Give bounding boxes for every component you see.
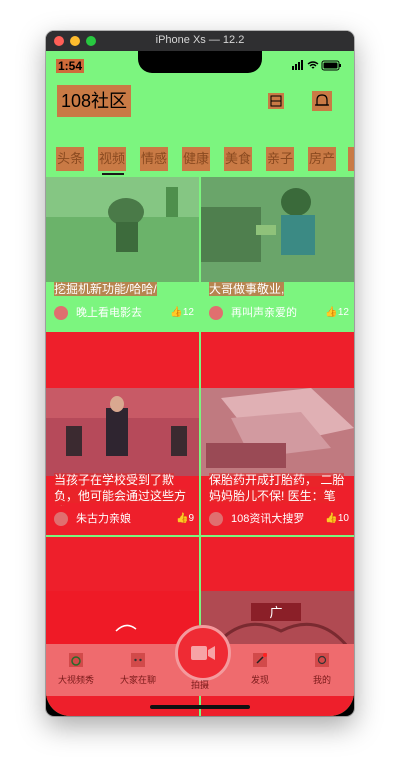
video-card[interactable]: 挖掘机新功能/哈哈/ 晚上看电影去 👍12 xyxy=(46,177,199,330)
avatar xyxy=(209,512,223,526)
app-logo: 108社区 xyxy=(57,85,131,117)
app-header: 108社区 xyxy=(46,85,354,121)
tab-realestate[interactable]: 房产 xyxy=(308,147,336,171)
tab-toutiao[interactable]: 头条 xyxy=(56,147,84,171)
author-row: 108资讯大搜罗 👍10 xyxy=(209,511,349,529)
video-title: 保胎药开成打胎药， 二胎妈妈胎儿不保! 医生：笔 xyxy=(209,473,345,503)
tabbar-item-chat[interactable]: 大家在聊 xyxy=(116,644,160,696)
window-titlebar: iPhone Xs — 12.2 xyxy=(46,31,354,51)
wifi-icon xyxy=(307,61,319,69)
video-thumbnail xyxy=(46,388,199,476)
like-count: 12 xyxy=(182,307,194,318)
like-button[interactable]: 👍12 xyxy=(166,305,194,321)
tab-health[interactable]: 健康 xyxy=(182,147,210,171)
status-time: 1:54 xyxy=(56,59,85,73)
tab-video[interactable]: 视频 xyxy=(98,147,126,171)
thumb-up-icon: 👍 xyxy=(170,307,183,318)
tabbar-label: 我的 xyxy=(312,675,331,685)
video-thumbnail xyxy=(201,177,354,282)
video-thumbnail xyxy=(201,388,354,476)
calendar-icon xyxy=(270,95,282,107)
tabbar-item-video-show[interactable]: 大视频秀 xyxy=(54,644,98,696)
author-row: 朱古力亲娘 👍9 xyxy=(54,511,194,529)
tabbar-item-me[interactable]: 我的 xyxy=(300,644,344,696)
notch xyxy=(138,51,262,73)
author-name: 108资讯大搜罗 xyxy=(231,513,305,525)
phone-screen: 1:54 108社区 头条 视频 情感 健康 美食 亲子 房产 挖掘机新功能/哈… xyxy=(46,51,354,716)
like-count: 12 xyxy=(337,307,349,318)
svg-text:广: 广 xyxy=(269,606,282,621)
tabbar-item-discover[interactable]: 发现 xyxy=(238,644,282,696)
like-button[interactable]: 👍9 xyxy=(166,511,194,527)
bell-icon xyxy=(315,94,329,106)
chat-icon xyxy=(131,653,145,667)
tab-more[interactable] xyxy=(348,147,354,171)
tab-emotion[interactable]: 情感 xyxy=(140,147,168,171)
notification-button[interactable] xyxy=(312,91,332,111)
thumb-up-icon: 👍 xyxy=(175,513,189,524)
video-title: 当孩子在学校受到了欺负，他可能会通过这些方式 xyxy=(54,472,192,506)
active-tab-indicator xyxy=(102,173,124,175)
signal-icon xyxy=(292,66,294,70)
tab-parenting[interactable]: 亲子 xyxy=(266,147,294,171)
thumb-up-icon: 👍 xyxy=(325,307,338,318)
tabbar-label: 大视频秀 xyxy=(57,675,94,685)
video-thumbnail xyxy=(46,177,199,282)
thumb-up-icon: 👍 xyxy=(325,513,338,524)
author-name: 再叫声亲爱的 xyxy=(231,307,297,319)
like-button[interactable]: 👍12 xyxy=(321,305,349,321)
compass-icon xyxy=(253,653,267,667)
avatar xyxy=(54,512,68,526)
like-count: 10 xyxy=(337,513,349,524)
category-tabs: 头条 视频 情感 健康 美食 亲子 房产 xyxy=(46,147,354,177)
video-card[interactable]: 大哥做事敬业, 再叫声亲爱的 👍12 xyxy=(201,177,354,330)
author-name: 朱古力亲娘 xyxy=(76,513,131,525)
tabbar-label: 大家在聊 xyxy=(119,675,156,685)
tab-food[interactable]: 美食 xyxy=(224,147,252,171)
video-card[interactable]: 当孩子在学校受到了欺负，他可能会通过这些方式 朱古力亲娘 👍9 xyxy=(46,332,199,535)
tv-icon xyxy=(69,653,83,667)
simulator-window: iPhone Xs — 12.2 1:54 108社区 头条 视频 情感 健康 … xyxy=(46,31,354,716)
user-icon xyxy=(315,653,329,667)
like-button[interactable]: 👍10 xyxy=(321,511,349,527)
window-title: iPhone Xs — 12.2 xyxy=(155,34,245,46)
tabbar-label: 发现 xyxy=(250,675,269,685)
video-card[interactable]: 保胎药开成打胎药， 二胎妈妈胎儿不保! 医生：笔 108资讯大搜罗 👍10 xyxy=(201,332,354,535)
avatar xyxy=(54,306,68,320)
author-row: 晚上看电影去 👍12 xyxy=(54,305,194,323)
status-icons xyxy=(292,60,341,71)
home-indicator[interactable] xyxy=(150,705,250,709)
author-name: 晚上看电影去 xyxy=(76,307,142,319)
record-label: 拍摄 xyxy=(190,680,209,690)
calendar-button[interactable] xyxy=(268,93,284,109)
author-row: 再叫声亲爱的 👍12 xyxy=(209,305,349,323)
like-count: 9 xyxy=(188,513,194,524)
avatar xyxy=(209,306,223,320)
video-camera-icon xyxy=(191,646,215,660)
record-button[interactable] xyxy=(175,625,231,681)
